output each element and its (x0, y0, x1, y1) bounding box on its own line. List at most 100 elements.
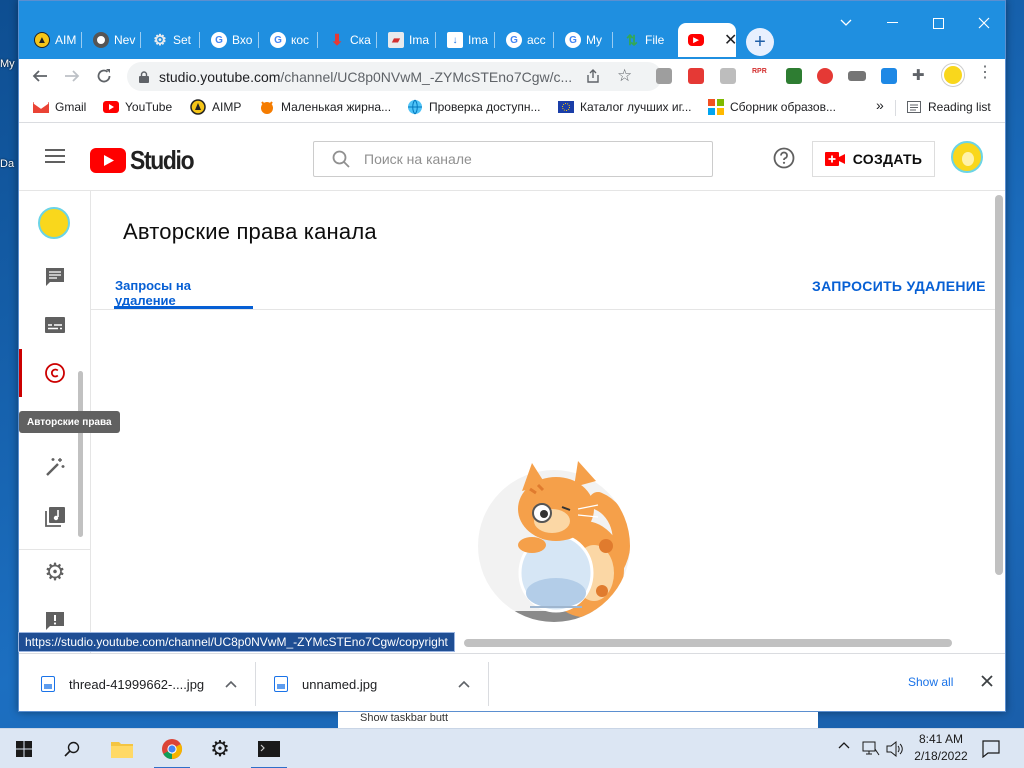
aimp-icon: ▲ (34, 32, 50, 48)
bookmark[interactable]: YouTube (103, 99, 172, 115)
bookmark[interactable]: Маленькая жирна... (259, 99, 391, 115)
google-icon: G (506, 32, 522, 48)
chrome-taskbar-button[interactable] (148, 729, 196, 768)
download-filename: thread-41999662-....jpg (69, 676, 205, 692)
bookmark[interactable]: Каталог лучших иг... (558, 99, 692, 115)
desktop-icon-label[interactable]: My (0, 58, 15, 70)
extension-icon[interactable] (720, 68, 736, 84)
bookmark[interactable]: Gmail (33, 99, 86, 115)
clock[interactable]: 8:41 AM 2/18/2022 (906, 731, 976, 765)
downloads-bar: thread-41999662-....jpg unnamed.jpg Show… (19, 653, 1005, 711)
forward-button[interactable] (60, 64, 84, 88)
start-button[interactable] (0, 729, 48, 768)
maximize-button[interactable] (915, 9, 961, 37)
show-all-downloads-link[interactable]: Show all (908, 675, 953, 689)
globe-icon (407, 99, 423, 115)
page-scrollbar-horizontal[interactable] (464, 639, 952, 647)
reading-list-button[interactable]: Reading list (906, 99, 991, 115)
notifications-icon[interactable] (982, 740, 1000, 758)
extension-icon[interactable]: RPR (752, 68, 770, 84)
image-file-icon (41, 676, 55, 692)
close-downloads-icon[interactable] (981, 675, 993, 687)
download-item[interactable]: thread-41999662-....jpg (41, 654, 256, 711)
sidebar-item-subtitles[interactable] (19, 301, 91, 349)
studio-header: Studio Поиск на канале СОЗДАТЬ (19, 123, 1005, 191)
extension-icon[interactable] (786, 68, 802, 84)
create-button[interactable]: СОЗДАТЬ (812, 141, 935, 177)
windows-taskbar: ⚙ 8:41 AM 2/18/2022 (0, 728, 1024, 768)
studio-logo[interactable]: Studio (90, 145, 202, 176)
file-explorer-button[interactable] (98, 729, 146, 768)
channel-search-input[interactable]: Поиск на канале (313, 141, 713, 177)
channel-avatar[interactable] (38, 207, 70, 239)
extension-icon[interactable] (881, 68, 897, 84)
desktop-icon-label[interactable]: Da (0, 158, 14, 170)
browser-tab[interactable]: ▰ Ima (378, 23, 436, 57)
browser-tab[interactable]: G acc (496, 23, 554, 57)
browser-tab[interactable]: G кос (260, 23, 318, 57)
bookmark[interactable]: Сборник образов... (708, 99, 836, 115)
avatar[interactable] (951, 141, 983, 173)
sidebar-item-settings[interactable]: ⚙ (19, 549, 91, 597)
back-button[interactable] (28, 64, 52, 88)
bookmark[interactable]: Проверка доступн... (407, 99, 541, 115)
tab-removal-requests[interactable]: Запросы на удаление (114, 271, 254, 309)
star-icon[interactable]: ☆ (617, 66, 632, 86)
hamburger-menu-icon[interactable] (45, 149, 65, 163)
chevron-up-icon[interactable] (225, 680, 237, 688)
menu-dots-icon[interactable]: ⋮ (977, 65, 993, 81)
reading-list-icon (906, 99, 922, 115)
audio-library-icon (45, 507, 65, 527)
background-window-text: Show taskbar butt (338, 712, 818, 728)
close-tab-icon[interactable]: ✕ (724, 30, 736, 50)
chevron-up-icon[interactable] (458, 680, 470, 688)
page-title: Авторские права канала (123, 219, 377, 244)
settings-taskbar-button[interactable]: ⚙ (196, 729, 244, 768)
share-icon[interactable] (585, 68, 601, 84)
avatar[interactable] (942, 64, 964, 86)
bookmark[interactable]: AIMP (190, 99, 241, 115)
sidebar-tooltip: Авторские права (19, 411, 120, 433)
extension-icon[interactable] (688, 68, 704, 84)
tray-chevron-up-icon[interactable] (838, 741, 850, 749)
search-button[interactable] (48, 729, 96, 768)
new-tab-button[interactable]: + (746, 28, 774, 56)
help-icon[interactable] (773, 147, 795, 169)
gmail-icon (33, 99, 49, 115)
clock-date: 2/18/2022 (914, 749, 968, 763)
browser-tab-active[interactable]: ▶ ✕ (678, 23, 736, 57)
network-icon[interactable] (862, 741, 880, 757)
url-path: /channel/UC8p0NVwM_-ZYMcSTEno7Cgw/c... (280, 68, 573, 85)
browser-tab[interactable]: ▲ AIM (24, 23, 82, 57)
arrows-icon: ⇅ (626, 31, 638, 48)
address-bar[interactable]: studio.youtube.com/channel/UC8p0NVwM_-ZY… (127, 62, 662, 91)
opera-icon[interactable] (817, 68, 833, 84)
reload-button[interactable] (92, 64, 116, 88)
extension-icon[interactable] (848, 71, 866, 81)
close-window-button[interactable] (961, 9, 1005, 37)
browser-tab[interactable]: G My (555, 23, 613, 57)
browser-tab[interactable]: ↓ Ima (437, 23, 495, 57)
bookmarks-bar: Gmail YouTube AIMP Маленькая жирна... Пр… (19, 93, 1005, 123)
bookmarks-more-button[interactable]: » (876, 97, 884, 113)
extension-icon[interactable] (656, 68, 672, 84)
page-scrollbar-vertical[interactable] (995, 195, 1003, 575)
download-item[interactable]: unnamed.jpg (274, 654, 489, 711)
terminal-taskbar-button[interactable] (245, 729, 293, 768)
browser-tab[interactable]: ⚙ Set (142, 23, 200, 57)
url-host: studio.youtube.com (159, 68, 281, 85)
browser-tab[interactable]: ⇅ File (614, 23, 672, 57)
request-removal-button[interactable]: ЗАПРОСИТЬ УДАЛЕНИЕ (812, 278, 986, 294)
browser-tab[interactable]: Nev (83, 23, 141, 57)
browser-tab[interactable]: G Вхо (201, 23, 259, 57)
clock-time: 8:41 AM (918, 732, 964, 746)
puzzle-icon[interactable]: ✚ (912, 66, 928, 84)
sidebar-item-comments[interactable] (19, 253, 91, 301)
subtitles-icon (45, 317, 65, 333)
volume-icon[interactable] (886, 741, 904, 757)
sidebar-scrollbar[interactable] (78, 371, 83, 537)
chevron-down-icon[interactable] (823, 9, 869, 37)
browser-tab[interactable]: ⬇ Ска (319, 23, 377, 57)
windows-logo-icon (16, 741, 32, 757)
minimize-button[interactable] (869, 9, 915, 37)
